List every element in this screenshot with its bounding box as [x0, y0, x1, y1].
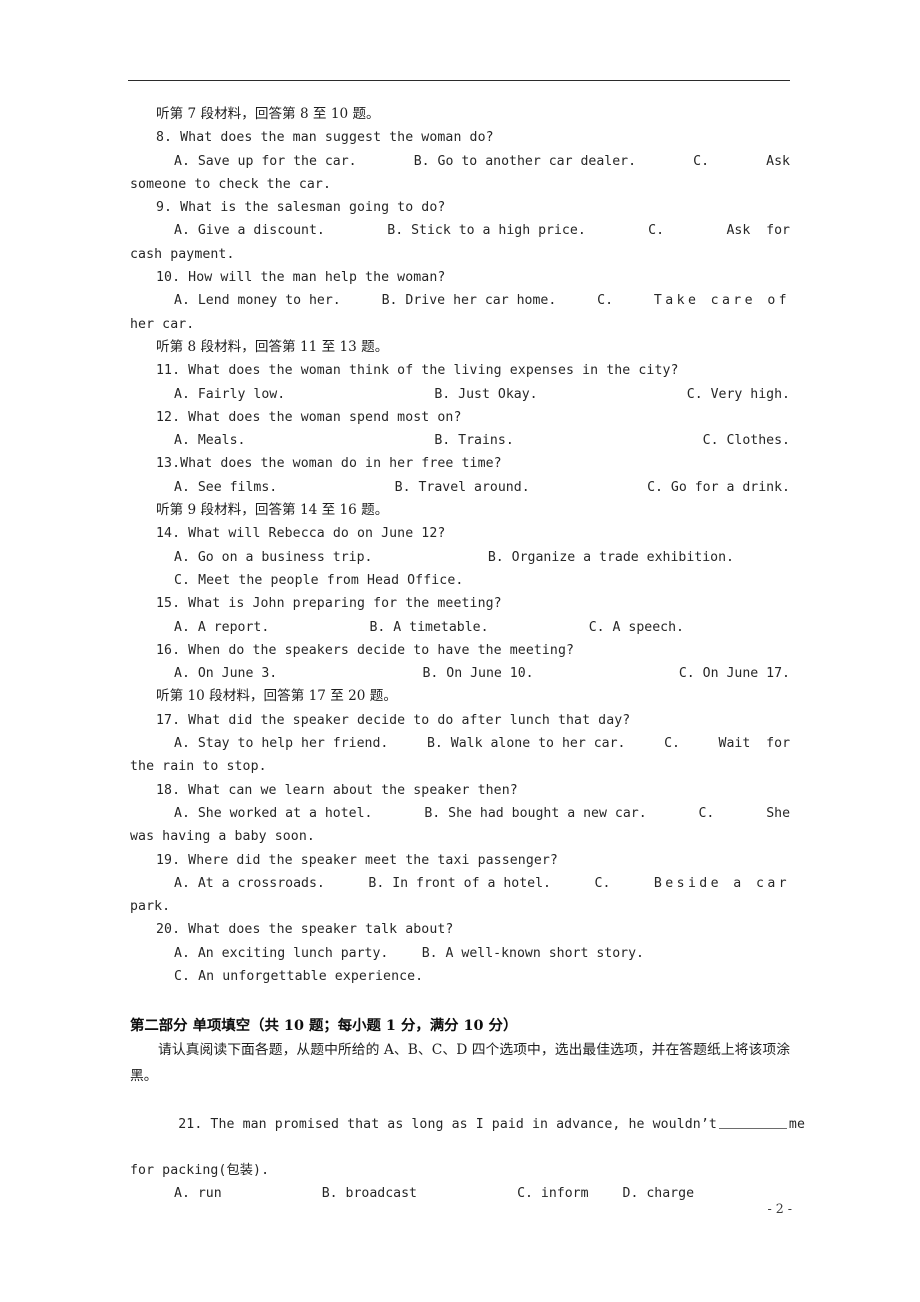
listening-material-heading-10: 听第 10 段材料，回答第 17 至 20 题。	[156, 688, 397, 705]
option-17-c-wrap: the rain to stop.	[130, 759, 267, 775]
option-18-c-wrap: was having a baby soon.	[130, 829, 315, 845]
listening-material-heading-7: 听第 7 段材料，回答第 8 至 10 题。	[156, 106, 380, 122]
option-16-a[interactable]: A. On June 3.	[174, 662, 277, 685]
question-stem-15: 15. What is John preparing for the meeti…	[156, 596, 502, 612]
question-options-10: A. Lend money to her. B. Drive her car h…	[130, 289, 790, 312]
option-12-a[interactable]: A. Meals.	[174, 429, 245, 452]
listening-material-heading-9: 听第 9 段材料，回答第 14 至 16 题。	[156, 502, 389, 519]
question-stem-11: 11. What does the woman think of the liv…	[156, 363, 679, 379]
question-stem-14: 14. What will Rebecca do on June 12?	[156, 526, 446, 542]
question-stem-19: 19. Where did the speaker meet the taxi …	[156, 852, 558, 868]
option-8-c-label[interactable]: C.	[693, 150, 709, 173]
answer-blank-21[interactable]	[718, 1116, 787, 1129]
question-21-wrap: for packing(包装).	[130, 1163, 270, 1179]
question-options-14: A. Go on a business trip. B. Organize a …	[130, 546, 734, 569]
option-8-c-tail[interactable]: Ask	[766, 150, 790, 173]
option-21-b[interactable]: B. broadcast	[322, 1182, 417, 1205]
option-12-b[interactable]: B. Trains.	[434, 429, 513, 452]
option-19-a[interactable]: A. At a crossroads.	[174, 872, 325, 895]
question-stem-17: 17. What did the speaker decide to do af…	[156, 712, 631, 728]
option-10-c-tail[interactable]: Take care of	[654, 289, 790, 312]
page-body: 听第 7 段材料，回答第 8 至 10 题。 8. What does the …	[130, 103, 805, 1206]
option-9-a[interactable]: A. Give a discount.	[174, 219, 325, 242]
option-21-c[interactable]: C. inform	[517, 1182, 588, 1205]
option-9-c-label[interactable]: C.	[648, 219, 664, 242]
option-8-b[interactable]: B. Go to another car dealer.	[414, 150, 636, 173]
option-21-d[interactable]: D. charge	[623, 1182, 694, 1205]
question-stem-21: 21. The man promised that as long as I p…	[130, 1089, 805, 1159]
option-8-c-wrap: someone to check the car.	[130, 176, 331, 192]
question-stem-8: 8. What does the man suggest the woman d…	[156, 130, 494, 146]
option-21-a[interactable]: A. run	[174, 1182, 222, 1205]
question-stem-16: 16. When do the speakers decide to have …	[156, 642, 575, 658]
part-two-instruction: 请认真阅读下面各题，从题中所给的 A、B、C、D 四个选项中，选出最佳选项，并在…	[130, 1042, 790, 1084]
part-two-heading: 第二部分 单项填空（共 10 题；每小题 1 分，满分 10 分）	[130, 1017, 518, 1035]
exam-page: 听第 7 段材料，回答第 8 至 10 题。 8. What does the …	[0, 0, 920, 1302]
option-8-a[interactable]: A. Save up for the car.	[174, 150, 357, 173]
option-17-b[interactable]: B. Walk alone to her car.	[427, 732, 626, 755]
listening-material-heading-8: 听第 8 段材料，回答第 11 至 13 题。	[156, 338, 389, 355]
option-11-b[interactable]: B. Just Okay.	[434, 383, 537, 406]
question-stem-10: 10. How will the man help the woman?	[156, 270, 446, 286]
header-rule	[128, 80, 790, 81]
option-17-c-tail[interactable]: Wait for	[719, 732, 790, 755]
option-13-a[interactable]: A. See films.	[174, 476, 277, 499]
option-9-c-wrap: cash payment.	[130, 246, 235, 262]
question-stem-18: 18. What can we learn about the speaker …	[156, 782, 518, 798]
option-10-a[interactable]: A. Lend money to her.	[174, 289, 341, 312]
option-11-c[interactable]: C. Very high.	[687, 383, 790, 406]
option-18-c-tail[interactable]: She	[766, 802, 790, 825]
option-14-c[interactable]: C. Meet the people from Head Office.	[130, 569, 790, 592]
option-20-b[interactable]: B. A well-known short story.	[422, 942, 644, 965]
question-options-8: A. Save up for the car. B. Go to another…	[130, 150, 790, 173]
question-stem-13: 13.What does the woman do in her free ti…	[156, 456, 502, 472]
question-options-17: A. Stay to help her friend. B. Walk alon…	[130, 732, 790, 755]
option-20-a[interactable]: A. An exciting lunch party.	[174, 942, 388, 965]
option-19-c-tail[interactable]: Beside a car	[654, 872, 790, 895]
option-13-b[interactable]: B. Travel around.	[395, 476, 530, 499]
option-10-c-label[interactable]: C.	[597, 289, 613, 312]
option-9-b[interactable]: B. Stick to a high price.	[387, 219, 586, 242]
option-19-c-label[interactable]: C.	[595, 872, 611, 895]
option-18-a[interactable]: A. She worked at a hotel.	[174, 802, 373, 825]
option-15-b[interactable]: B. A timetable.	[369, 616, 488, 639]
option-15-a[interactable]: A. A report.	[174, 616, 269, 639]
option-17-c-label[interactable]: C.	[664, 732, 680, 755]
option-19-c-wrap: park.	[130, 899, 171, 915]
question-options-20: A. An exciting lunch party. B. A well-kn…	[130, 942, 644, 965]
question-options-16: A. On June 3. B. On June 10. C. On June …	[130, 662, 790, 685]
option-9-c-tail[interactable]: Ask for	[726, 219, 790, 242]
question-options-15: A. A report. B. A timetable. C. A speech…	[130, 616, 684, 639]
question-options-12: A. Meals. B. Trains. C. Clothes.	[130, 429, 790, 452]
question-options-11: A. Fairly low. B. Just Okay. C. Very hig…	[130, 383, 790, 406]
question-stem-20: 20. What does the speaker talk about?	[156, 922, 454, 938]
question-stem-12: 12. What does the woman spend most on?	[156, 409, 462, 425]
question-21-text-after-blank: me	[788, 1116, 805, 1132]
option-10-b[interactable]: B. Drive her car home.	[382, 289, 557, 312]
question-21-text-before-blank: 21. The man promised that as long as I p…	[178, 1116, 717, 1132]
option-16-c[interactable]: C. On June 17.	[679, 662, 790, 685]
question-options-18: A. She worked at a hotel. B. She had bou…	[130, 802, 790, 825]
option-11-a[interactable]: A. Fairly low.	[174, 383, 285, 406]
option-14-b[interactable]: B. Organize a trade exhibition.	[488, 546, 734, 569]
option-19-b[interactable]: B. In front of a hotel.	[368, 872, 551, 895]
option-18-c-label[interactable]: C.	[698, 802, 714, 825]
option-14-a[interactable]: A. Go on a business trip.	[174, 546, 373, 569]
question-options-9: A. Give a discount. B. Stick to a high p…	[130, 219, 790, 242]
question-stem-9: 9. What is the salesman going to do?	[156, 200, 446, 216]
question-options-19: A. At a crossroads. B. In front of a hot…	[130, 872, 790, 895]
option-12-c[interactable]: C. Clothes.	[703, 429, 790, 452]
question-options-21: A. run B. broadcast C. inform D. charge	[130, 1182, 694, 1205]
option-10-c-wrap: her car.	[130, 316, 195, 332]
page-number: - 2 -	[767, 1201, 792, 1216]
option-17-a[interactable]: A. Stay to help her friend.	[174, 732, 388, 755]
option-20-c[interactable]: C. An unforgettable experience.	[130, 965, 790, 988]
option-13-c[interactable]: C. Go for a drink.	[647, 476, 790, 499]
option-16-b[interactable]: B. On June 10.	[422, 662, 533, 685]
option-18-b[interactable]: B. She had bought a new car.	[424, 802, 646, 825]
option-15-c[interactable]: C. A speech.	[589, 616, 684, 639]
question-options-13: A. See films. B. Travel around. C. Go fo…	[130, 476, 790, 499]
